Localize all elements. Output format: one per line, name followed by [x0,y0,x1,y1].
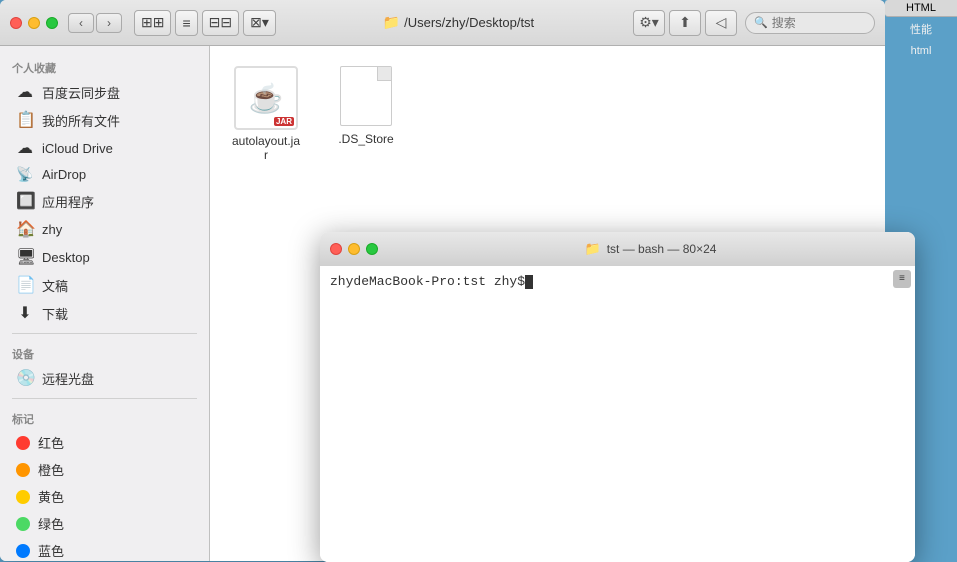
tags-section-title: 标记 [0,405,209,429]
back-button[interactable]: ‹ [68,13,94,33]
search-input[interactable] [772,16,866,30]
share-button[interactable]: ⬆ [669,10,701,36]
sidebar-divider-2 [12,398,197,399]
sidebar-label-airdrop: AirDrop [42,167,86,182]
sidebar-item-docs[interactable]: 📄 文稿 [4,271,205,299]
traffic-lights [10,17,58,29]
sidebar-label-blue: 蓝色 [38,541,64,560]
airdrop-icon: 📡 [16,166,34,183]
devices-section-title: 设备 [0,340,209,364]
gallery-view-button[interactable]: ⊠▾ [243,10,276,36]
sidebar: 个人收藏 ☁ 百度云同步盘 📋 我的所有文件 ☁ iCloud Drive 📡 … [0,46,210,561]
file-item-dsstore[interactable]: .DS_Store [326,62,406,166]
sidebar-label-downloads: 下载 [42,304,68,323]
gear-button[interactable]: ⚙▾ [633,10,665,36]
allfiles-icon: 📋 [16,110,34,130]
sidebar-label-remote-disc: 远程光盘 [42,369,94,388]
sidebar-label-desktop: Desktop [42,250,90,265]
terminal-folder-icon: 📁 [585,241,601,257]
sidebar-label-orange: 橙色 [38,460,64,479]
sidebar-item-airdrop[interactable]: 📡 AirDrop [4,162,205,187]
blue-dot [16,544,30,558]
html-tab2[interactable]: html [885,41,957,61]
sidebar-tag-red[interactable]: 红色 [4,429,205,456]
terminal-close-button[interactable] [330,243,342,255]
terminal-prompt-line: zhydeMacBook-Pro:tst zhy$ [330,274,905,289]
sidebar-item-baidu[interactable]: ☁ 百度云同步盘 [4,78,205,106]
tag-button[interactable]: ◁ [705,10,737,36]
apps-icon: 🔲 [16,191,34,211]
disc-icon: 💿 [16,368,34,388]
list-view-button[interactable]: ≡ [175,10,197,36]
sidebar-item-remote-disc[interactable]: 💿 远程光盘 [4,364,205,392]
red-dot [16,436,30,450]
sidebar-label-docs: 文稿 [42,276,68,295]
terminal-prompt-text: zhydeMacBook-Pro:tst zhy$ [330,274,525,289]
file-name-dsstore: .DS_Store [338,132,393,146]
folder-icon: 📁 [383,14,400,31]
yellow-dot [16,490,30,504]
terminal-cursor [525,275,533,289]
home-icon: 🏠 [16,219,34,239]
icon-view-button[interactable]: ⊞⊞ [134,10,171,36]
downloads-icon: ⬇ [16,303,34,323]
sidebar-label-allfiles: 我的所有文件 [42,111,120,130]
sidebar-divider-1 [12,333,197,334]
sidebar-label-zhy: zhy [42,222,62,237]
search-box: 🔍 [745,12,875,34]
nav-buttons: ‹ › [68,13,122,33]
icloud-icon: ☁ [16,138,34,158]
terminal-titlebar: 📁 tst — bash — 80×24 [320,232,915,266]
file-item-autolayout[interactable]: ☕ JAR autolayout.jar [226,62,306,166]
sidebar-tag-blue[interactable]: 蓝色 [4,537,205,561]
view-buttons: ⊞⊞ ≡ ⊟⊟ ⊠▾ [134,10,276,36]
sidebar-tag-yellow[interactable]: 黄色 [4,483,205,510]
terminal-body[interactable]: zhydeMacBook-Pro:tst zhy$ ≡ [320,266,915,562]
sidebar-label-yellow: 黄色 [38,487,64,506]
file-name-autolayout: autolayout.jar [230,134,302,162]
window-title: 📁 /Users/zhy/Desktop/tst [284,14,633,31]
action-buttons: ⚙▾ ⬆ ◁ [633,10,737,36]
sidebar-label-red: 红色 [38,433,64,452]
jar-file-icon: ☕ JAR [234,66,298,130]
sidebar-item-zhy[interactable]: 🏠 zhy [4,215,205,243]
column-view-button[interactable]: ⊟⊟ [202,10,239,36]
green-dot [16,517,30,531]
sidebar-item-icloud[interactable]: ☁ iCloud Drive [4,134,205,162]
desktop-icon: 🖥 [16,247,34,267]
sidebar-tag-orange[interactable]: 橙色 [4,456,205,483]
finder-titlebar: ‹ › ⊞⊞ ≡ ⊟⊟ ⊠▾ 📁 /Users/zhy/Desktop/tst … [0,0,885,46]
cloud-icon: ☁ [16,82,34,102]
performance-tab[interactable]: 性能 [885,17,957,41]
zoom-button[interactable] [46,17,58,29]
html-tab[interactable]: HTML [885,0,957,17]
minimize-button[interactable] [28,17,40,29]
search-icon: 🔍 [754,16,768,29]
sidebar-label-green: 绿色 [38,514,64,533]
terminal-scroll-button[interactable]: ≡ [893,270,911,288]
sidebar-item-allfiles[interactable]: 📋 我的所有文件 [4,106,205,134]
sidebar-item-downloads[interactable]: ⬇ 下载 [4,299,205,327]
terminal-window: 📁 tst — bash — 80×24 zhydeMacBook-Pro:ts… [320,232,915,562]
terminal-minimize-button[interactable] [348,243,360,255]
favorites-section-title: 个人收藏 [0,54,209,78]
sidebar-label-baidu: 百度云同步盘 [42,83,120,102]
file-grid: ☕ JAR autolayout.jar .DS_Store [226,62,869,166]
sidebar-label-apps: 应用程序 [42,192,94,211]
forward-button[interactable]: › [96,13,122,33]
terminal-zoom-button[interactable] [366,243,378,255]
jar-badge: JAR [274,117,294,126]
orange-dot [16,463,30,477]
docs-icon: 📄 [16,275,34,295]
sidebar-tag-green[interactable]: 绿色 [4,510,205,537]
sidebar-item-apps[interactable]: 🔲 应用程序 [4,187,205,215]
sidebar-label-icloud: iCloud Drive [42,141,113,156]
sidebar-item-desktop[interactable]: 🖥 Desktop [4,243,205,271]
terminal-traffic-lights [330,243,378,255]
terminal-title: 📁 tst — bash — 80×24 [396,241,905,257]
close-button[interactable] [10,17,22,29]
